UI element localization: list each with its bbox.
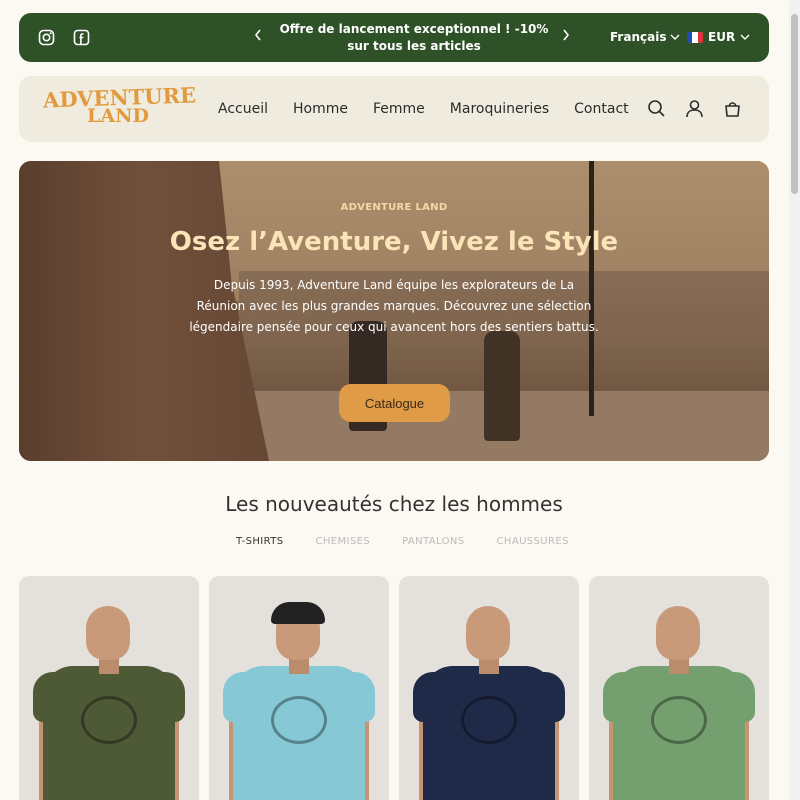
product-card[interactable] <box>589 576 769 800</box>
chevron-left-icon[interactable] <box>254 29 262 45</box>
currency-selector[interactable]: EUR <box>687 30 750 44</box>
cap <box>271 602 325 624</box>
shirt-print-graphic <box>461 696 517 744</box>
product-card[interactable] <box>399 576 579 800</box>
header-icons <box>647 99 742 118</box>
tab-tshirts[interactable]: T-SHIRTS <box>236 536 284 547</box>
announcement-message: Offre de lancement exceptionnel ! -10% s… <box>279 22 549 53</box>
scrollbar[interactable] <box>789 0 800 800</box>
section-title: Les nouveautés chez les hommes <box>225 492 563 516</box>
product-card[interactable] <box>19 576 199 800</box>
hero-eyebrow: ADVENTURE LAND <box>340 202 448 213</box>
social-links <box>38 29 90 46</box>
hero-description: Depuis 1993, Adventure Land équipe les e… <box>189 278 599 334</box>
search-icon[interactable] <box>647 99 666 118</box>
tab-chaussures[interactable]: CHAUSSURES <box>497 536 569 547</box>
product-grid <box>19 576 769 800</box>
main-nav: Accueil Homme Femme Maroquineries Contac… <box>218 101 629 117</box>
product-card[interactable] <box>209 576 389 800</box>
chevron-down-icon <box>740 30 750 44</box>
instagram-icon[interactable] <box>38 29 55 46</box>
hero-banner: ADVENTURE LAND Osez l’Aventure, Vivez le… <box>19 161 769 461</box>
nav-item-femme[interactable]: Femme <box>373 101 425 117</box>
nav-item-contact[interactable]: Contact <box>574 101 628 117</box>
facebook-icon[interactable] <box>73 29 90 46</box>
site-logo[interactable]: ADVENTURE LAND <box>43 82 197 130</box>
nav-item-maroquineries[interactable]: Maroquineries <box>450 101 549 117</box>
currency-label: EUR <box>708 30 736 44</box>
nav-item-homme[interactable]: Homme <box>293 101 348 117</box>
model-head <box>86 606 130 660</box>
hero-title: Osez l’Aventure, Vivez le Style <box>169 227 619 257</box>
shirt-print-graphic <box>81 696 137 744</box>
language-selector[interactable]: Français <box>610 30 680 44</box>
chevron-down-icon <box>670 30 680 44</box>
account-icon[interactable] <box>685 99 704 118</box>
tab-chemises[interactable]: CHEMISES <box>316 536 371 547</box>
model-head <box>466 606 510 660</box>
category-tabs: T-SHIRTS CHEMISES PANTALONS CHAUSSURES <box>236 536 569 547</box>
announcement-bar: Offre de lancement exceptionnel ! -10% s… <box>19 13 769 62</box>
chevron-right-icon[interactable] <box>562 29 570 45</box>
site-header: ADVENTURE LAND Accueil Homme Femme Maroq… <box>19 76 769 142</box>
france-flag-icon <box>687 31 703 43</box>
catalogue-button[interactable]: Catalogue <box>339 384 450 422</box>
tab-pantalons[interactable]: PANTALONS <box>402 536 464 547</box>
scrollbar-thumb[interactable] <box>791 14 798 194</box>
cart-icon[interactable] <box>723 99 742 118</box>
language-label: Français <box>610 30 667 44</box>
model-head <box>656 606 700 660</box>
shirt-print-graphic <box>271 696 327 744</box>
nav-item-accueil[interactable]: Accueil <box>218 101 268 117</box>
shirt-print-graphic <box>651 696 707 744</box>
